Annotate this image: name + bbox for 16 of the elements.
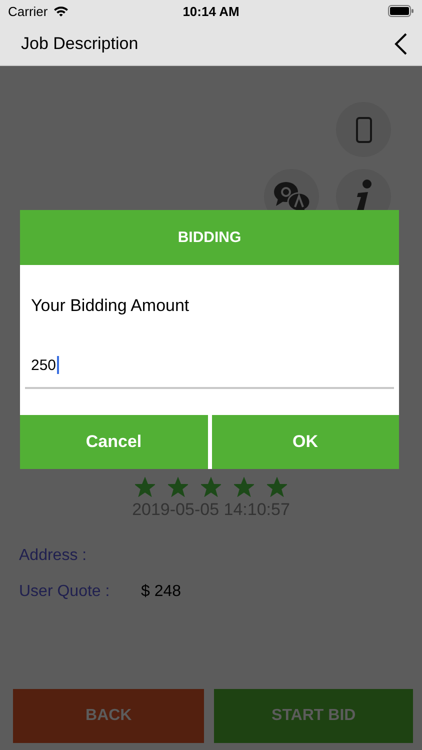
dialog-button[interactable]: OK [212, 415, 399, 469]
action-button[interactable]: BACK [13, 689, 204, 743]
input-field[interactable]: 250 [25, 356, 394, 389]
nav-title: Job Description [21, 34, 138, 54]
dialog-title: BIDDING [178, 229, 242, 246]
battery-icon [388, 5, 414, 17]
prompt-label: Your Bidding Amount [31, 296, 190, 316]
carrier-label: Carrier [8, 4, 48, 18]
field-label: User Quote : [19, 583, 111, 601]
wifi-icon [52, 5, 69, 17]
dialog-button[interactable]: Cancel [20, 415, 208, 469]
field-value: $ 248 [141, 583, 182, 601]
field-label: Address : [19, 547, 88, 565]
action-button[interactable]: START BID [214, 689, 413, 743]
back-chevron-icon[interactable] [394, 32, 408, 56]
status-time: 10:14 AM [182, 4, 240, 18]
